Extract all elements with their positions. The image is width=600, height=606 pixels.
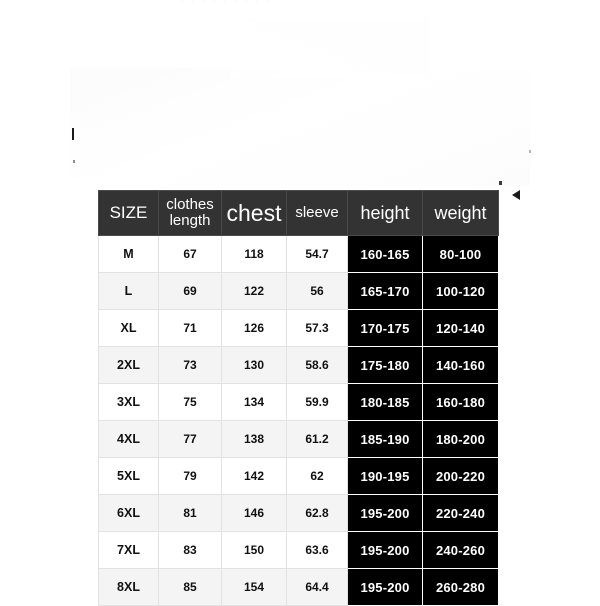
table-row: 5XL 79 142 62 190-195 200-220 (98, 457, 499, 495)
table-row: 7XL 83 150 63.6 195-200 240-260 (98, 531, 499, 569)
cell-height: 175-180 (347, 346, 423, 384)
cell-height: 170-175 (347, 309, 423, 347)
column-header-size-line-1: SIZE (109, 203, 148, 223)
table-row: 3XL 75 134 59.9 180-185 160-180 (98, 383, 499, 421)
right-edge-speck (529, 150, 531, 153)
cell-size: 3XL (98, 383, 159, 421)
cell-sleeve: 62 (286, 457, 348, 495)
cut-off-top-text: · · · · · · · · · (180, 0, 272, 8)
cell-sleeve: 58.6 (286, 346, 348, 384)
cell-size: 4XL (98, 420, 159, 458)
cell-size: 7XL (98, 531, 159, 569)
cell-size: 6XL (98, 494, 159, 532)
cell-height: 160-165 (347, 235, 423, 273)
cell-height: 190-195 (347, 457, 423, 495)
cell-clothes: 73 (158, 346, 222, 384)
table-row: 6XL 81 146 62.8 195-200 220-240 (98, 494, 499, 532)
right-arrow-artifact (512, 190, 520, 200)
header-row: SIZE clothes length chest sleeve height … (98, 190, 499, 236)
cell-sleeve: 63.6 (286, 531, 348, 569)
cell-weight: 160-180 (422, 383, 499, 421)
cell-height: 185-190 (347, 420, 423, 458)
column-header-size: SIZE (98, 190, 159, 236)
size-chart-table: SIZE clothes length chest sleeve height … (98, 190, 499, 606)
column-header-chest: chest (221, 190, 287, 236)
cell-size: XL (98, 309, 159, 347)
table-row: XL 71 126 57.3 170-175 120-140 (98, 309, 499, 347)
size-chart-header: SIZE clothes length chest sleeve height … (98, 190, 499, 236)
column-header-sleeve-line-1: sleeve (295, 204, 339, 222)
size-chart-container: SIZE clothes length chest sleeve height … (98, 190, 499, 606)
cell-weight: 100-120 (422, 272, 499, 310)
cell-sleeve: 62.8 (286, 494, 348, 532)
cell-weight: 240-260 (422, 531, 499, 569)
cell-weight: 180-200 (422, 420, 499, 458)
table-row: M 67 118 54.7 160-165 80-100 (98, 235, 499, 273)
table-row: 2XL 73 130 58.6 175-180 140-160 (98, 346, 499, 384)
cell-chest: 146 (221, 494, 287, 532)
cell-sleeve: 57.3 (286, 309, 348, 347)
cell-chest: 122 (221, 272, 287, 310)
faded-image-remnant-main (70, 68, 530, 186)
cell-chest: 130 (221, 346, 287, 384)
cell-clothes: 69 (158, 272, 222, 310)
right-corner-dot (499, 181, 502, 185)
cell-clothes: 81 (158, 494, 222, 532)
cell-clothes: 71 (158, 309, 222, 347)
cell-size: 2XL (98, 346, 159, 384)
faded-image-remnant-upper (230, 18, 430, 78)
column-header-weight: weight (422, 190, 499, 236)
column-header-height: height (347, 190, 423, 236)
cell-chest: 134 (221, 383, 287, 421)
table-row: 4XL 77 138 61.2 185-190 180-200 (98, 420, 499, 458)
column-header-clothes-line-2: length (169, 212, 211, 229)
cell-chest: 138 (221, 420, 287, 458)
cell-clothes: 75 (158, 383, 222, 421)
cell-sleeve: 56 (286, 272, 348, 310)
cell-height: 165-170 (347, 272, 423, 310)
cell-clothes: 67 (158, 235, 222, 273)
size-chart-body: M 67 118 54.7 160-165 80-100 L 69 122 56 165-170 10… (98, 235, 499, 606)
cell-size: L (98, 272, 159, 310)
column-header-clothes-line-1: clothes (166, 196, 214, 214)
cell-height: 195-200 (347, 494, 423, 532)
cell-weight: 120-140 (422, 309, 499, 347)
cell-chest: 150 (221, 531, 287, 569)
cell-clothes: 79 (158, 457, 222, 495)
column-header-height-line-1: height (360, 202, 410, 223)
cell-sleeve: 59.9 (286, 383, 348, 421)
cell-size: 5XL (98, 457, 159, 495)
cell-chest: 126 (221, 309, 287, 347)
cell-chest: 118 (221, 235, 287, 273)
left-edge-mark (72, 128, 74, 140)
table-row: L 69 122 56 165-170 100-120 (98, 272, 499, 310)
cell-sleeve: 61.2 (286, 420, 348, 458)
cell-height: 195-200 (347, 531, 423, 569)
cell-height: 180-185 (347, 383, 423, 421)
cell-size: M (98, 235, 159, 273)
cell-sleeve: 54.7 (286, 235, 348, 273)
cell-weight: 200-220 (422, 457, 499, 495)
left-edge-dot (73, 160, 75, 163)
cell-chest: 142 (221, 457, 287, 495)
cell-clothes: 77 (158, 420, 222, 458)
cell-weight: 80-100 (422, 235, 499, 273)
top-blank-region: · · · · · · · · · (0, 0, 600, 188)
column-header-sleeve: sleeve (286, 190, 348, 236)
column-header-chest-line-1: chest (226, 199, 282, 226)
cell-weight: 220-240 (422, 494, 499, 532)
cell-clothes: 83 (158, 531, 222, 569)
cell-weight: 140-160 (422, 346, 499, 384)
column-header-clothes-length: clothes length (158, 190, 222, 236)
column-header-weight-line-1: weight (434, 202, 487, 223)
